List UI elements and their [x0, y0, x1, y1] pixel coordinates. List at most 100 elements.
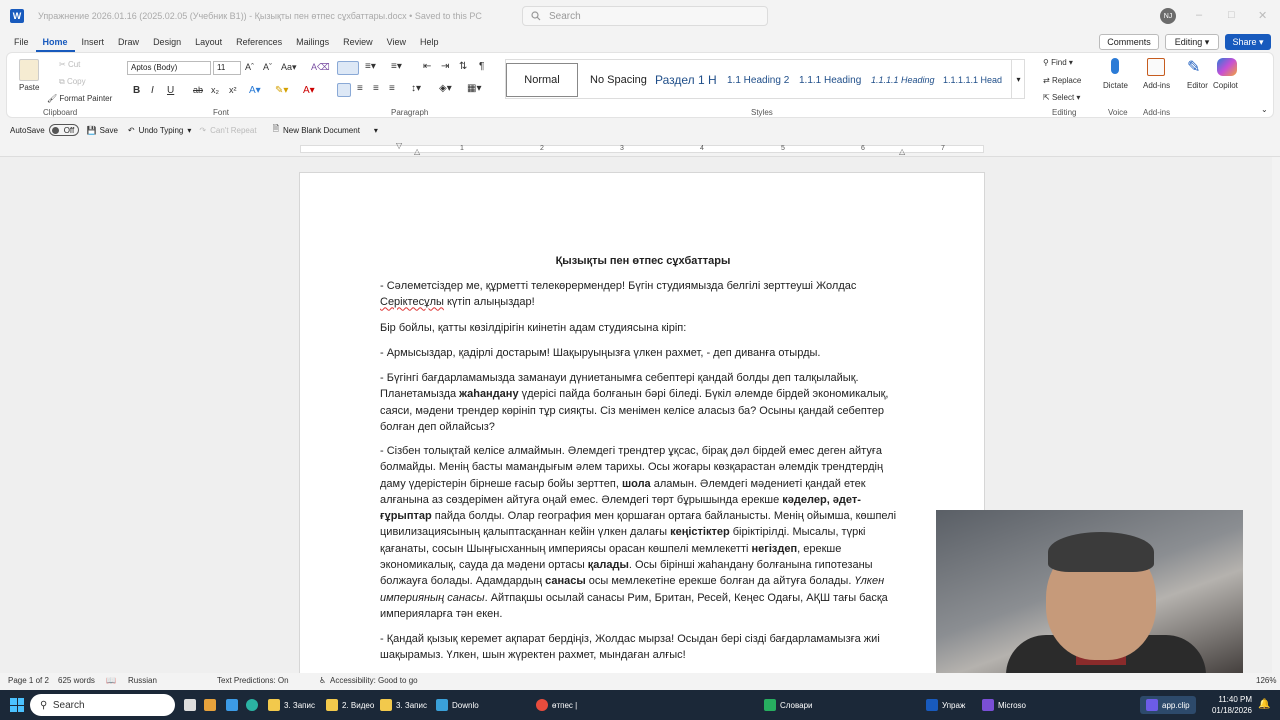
comments-button[interactable]: Comments — [1099, 34, 1159, 50]
style-normal[interactable]: Normal — [506, 63, 578, 97]
misspelled-word[interactable]: Серіктесұлы — [380, 296, 444, 308]
taskbar-app-dictionary[interactable]: Словари — [764, 696, 813, 714]
new-document-icon[interactable]: 🗎 — [273, 123, 279, 137]
italic-icon[interactable]: I — [151, 85, 154, 96]
webcam-overlay[interactable] — [936, 510, 1243, 683]
tab-layout[interactable]: Layout — [188, 32, 229, 52]
collapse-ribbon-icon[interactable]: ⌄ — [1261, 105, 1268, 114]
tab-review[interactable]: Review — [336, 32, 380, 52]
share-button[interactable]: Share ▾ — [1225, 34, 1271, 50]
taskbar-app-folder-2[interactable]: 2. Видео — [326, 696, 374, 714]
tab-home[interactable]: Home — [35, 32, 75, 52]
font-name-select[interactable]: Aptos (Body) — [127, 61, 211, 75]
text-predictions[interactable]: Text Predictions: On — [217, 676, 289, 685]
addins-button[interactable]: Add-ins — [1143, 81, 1170, 90]
taskbar-app-clipchamp[interactable]: app.clip — [1140, 696, 1196, 714]
find-button[interactable]: ⚲ Find ▾ — [1043, 58, 1073, 67]
left-indent-marker[interactable]: △ — [414, 147, 420, 156]
start-icon[interactable] — [10, 698, 24, 712]
text-effects-icon[interactable]: A▾ — [249, 85, 261, 96]
underline-icon[interactable]: U — [167, 85, 174, 96]
taskbar-clock[interactable]: 11:40 PM 01/18/2026 — [1208, 694, 1252, 716]
paste-button[interactable]: Paste — [19, 83, 39, 92]
user-avatar[interactable]: NJ — [1160, 8, 1176, 24]
sort-icon[interactable]: ⇅ — [459, 61, 467, 72]
tab-design[interactable]: Design — [146, 32, 188, 52]
style-heading-3[interactable]: 1.1.1 Heading — [793, 63, 865, 97]
paste-icon[interactable] — [19, 59, 39, 81]
tab-draw[interactable]: Draw — [111, 32, 146, 52]
grow-font-icon[interactable]: Aˆ — [245, 62, 254, 72]
customize-qat-icon[interactable]: ▾ — [374, 126, 378, 135]
borders-icon[interactable]: ▦▾ — [467, 83, 481, 94]
justify-icon[interactable]: ≡ — [389, 83, 395, 94]
clear-formatting-icon[interactable]: A⌫ — [311, 62, 330, 73]
undo-icon[interactable]: ↶ — [128, 126, 135, 135]
proofing-icon[interactable]: 📖 — [106, 676, 116, 685]
document-page[interactable]: Қызықты пен өтпес сұхбаттары - Сәлеметсі… — [299, 172, 985, 673]
page-count[interactable]: Page 1 of 2 — [8, 676, 49, 685]
style-heading-4[interactable]: 1.1.1.1 Heading — [865, 63, 937, 97]
tab-file[interactable]: File — [7, 32, 36, 52]
superscript-icon[interactable]: x² — [229, 85, 237, 95]
save-button[interactable]: Save — [100, 126, 118, 135]
taskbar-app-folder-3[interactable]: 3. Запис — [380, 696, 427, 714]
taskbar-app-word[interactable]: Упраж — [926, 696, 965, 714]
task-view-icon[interactable] — [184, 696, 200, 714]
store-icon[interactable] — [226, 696, 242, 714]
style-heading-1[interactable]: Раздел 1 Н — [649, 63, 719, 97]
font-size-select[interactable]: 11 — [213, 61, 241, 75]
taskbar-app-downloads[interactable]: Downlo — [436, 696, 479, 714]
font-color-icon[interactable]: A▾ — [303, 85, 315, 96]
bold-icon[interactable]: B — [133, 85, 140, 96]
language-indicator[interactable]: Russian — [128, 676, 157, 685]
bullets-icon[interactable] — [337, 61, 359, 75]
dictate-button[interactable]: Dictate — [1103, 81, 1128, 90]
decrease-indent-icon[interactable]: ⇤ — [423, 61, 431, 72]
select-button[interactable]: ⇱ Select ▾ — [1043, 93, 1080, 102]
tab-insert[interactable]: Insert — [75, 32, 112, 52]
multilevel-list-icon[interactable]: ≡▾ — [391, 61, 402, 72]
cut-button[interactable]: ✂ Cut — [59, 60, 80, 69]
align-center-icon[interactable]: ≡ — [357, 83, 363, 94]
word-count[interactable]: 625 words — [58, 676, 95, 685]
copy-button[interactable]: ⧉ Copy — [59, 77, 86, 87]
undo-button[interactable]: Undo Typing — [139, 126, 184, 135]
style-heading-5[interactable]: 1.1.1.1.1 Head — [937, 63, 1011, 97]
autosave-toggle[interactable]: Off — [48, 124, 79, 136]
format-painter-button[interactable]: 🖌 Format Painter — [47, 94, 112, 103]
maximize-icon[interactable]: □ — [1228, 9, 1235, 21]
tab-help[interactable]: Help — [413, 32, 446, 52]
editing-mode-button[interactable]: Editing ▾ — [1165, 34, 1219, 50]
line-spacing-icon[interactable]: ↕▾ — [411, 83, 421, 94]
editor-button[interactable]: Editor — [1187, 81, 1208, 90]
accessibility-status[interactable]: Accessibility: Good to go — [330, 676, 418, 685]
tab-view[interactable]: View — [380, 32, 413, 52]
show-marks-icon[interactable]: ¶ — [479, 61, 484, 72]
first-line-indent-marker[interactable]: ▽ — [396, 141, 402, 150]
vertical-scrollbar[interactable] — [1272, 157, 1280, 673]
taskbar-app-folder-1[interactable]: 3. Запис — [268, 696, 315, 714]
browser-icon[interactable] — [204, 696, 220, 714]
shrink-font-icon[interactable]: Aˇ — [263, 62, 272, 72]
copilot-button[interactable]: Copilot — [1213, 81, 1238, 90]
numbering-icon[interactable]: ≡▾ — [365, 61, 376, 72]
minimize-icon[interactable]: – — [1196, 9, 1202, 21]
subscript-icon[interactable]: x₂ — [211, 85, 219, 95]
increase-indent-icon[interactable]: ⇥ — [441, 61, 449, 72]
taskbar-app-microsoft[interactable]: Microso — [982, 696, 1026, 714]
style-no-spacing[interactable]: No Spacing — [584, 63, 654, 97]
style-heading-2[interactable]: 1.1 Heading 2 — [721, 63, 793, 97]
horizontal-ruler[interactable]: 1 2 3 4 5 6 7 ▽ △ △ — [0, 141, 1280, 157]
tab-mailings[interactable]: Mailings — [289, 32, 336, 52]
save-icon[interactable]: 💾 — [87, 126, 97, 135]
close-icon[interactable]: ✕ — [1258, 9, 1267, 22]
right-indent-marker[interactable]: △ — [899, 147, 905, 156]
new-blank-document-button[interactable]: New Blank Document — [283, 126, 360, 135]
notifications-icon[interactable]: 🔔 — [1258, 699, 1270, 710]
taskbar-app-chrome[interactable]: өтпес | — [536, 696, 577, 714]
zoom-level[interactable]: 126% — [1256, 676, 1276, 685]
replace-button[interactable]: ⇄ Replace — [1043, 76, 1081, 85]
strikethrough-icon[interactable]: ab — [193, 85, 203, 95]
styles-more-icon[interactable]: ▾ — [1011, 60, 1025, 98]
